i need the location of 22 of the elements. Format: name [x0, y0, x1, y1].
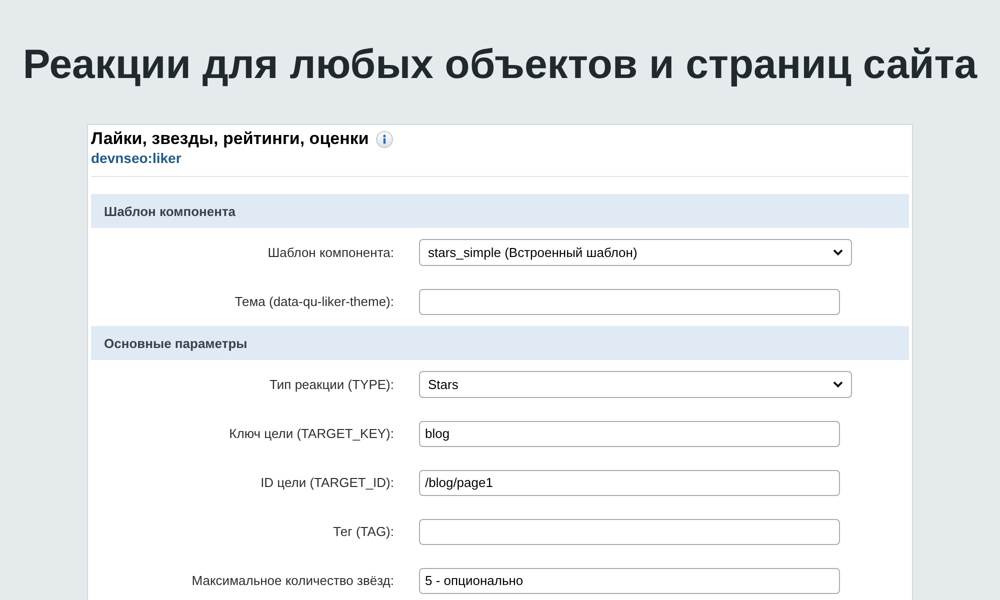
component-code: devnseo:liker: [91, 149, 182, 167]
text-input-field[interactable]: 5 - опционально: [419, 568, 840, 594]
field-label: Максимальное количество звёзд:: [192, 573, 394, 588]
field-label: Тип реакции (TYPE):: [270, 377, 394, 392]
text-input-field[interactable]: /blog/page1: [419, 470, 840, 496]
chevron-down-icon: [833, 249, 843, 256]
dropdown-field[interactable]: Stars: [419, 371, 852, 398]
field-label: Шаблон компонента:: [268, 245, 394, 260]
field-label: ID цели (TARGET_ID):: [260, 475, 394, 490]
field-label: Тег (TAG):: [333, 524, 394, 539]
text-input-field[interactable]: blog: [419, 420, 840, 446]
field-label: Ключ цели (TARGET_KEY):: [229, 426, 394, 441]
page-headline: Реакции для любых объектов и страниц сайта: [22, 40, 978, 89]
component-title: Лайки, звезды, рейтинги, оценки: [91, 129, 369, 149]
field-label: Тема (data-qu-liker-theme):: [234, 294, 394, 309]
text-input-field[interactable]: [419, 288, 840, 314]
dropdown-field[interactable]: stars_simple (Встроенный шаблон): [419, 239, 852, 266]
section-header: Основные параметры: [91, 326, 909, 360]
section-header: Шаблон компонента: [91, 194, 909, 228]
chevron-down-icon: [833, 381, 843, 388]
info-icon[interactable]: [376, 130, 393, 148]
text-input-field[interactable]: [419, 518, 840, 544]
